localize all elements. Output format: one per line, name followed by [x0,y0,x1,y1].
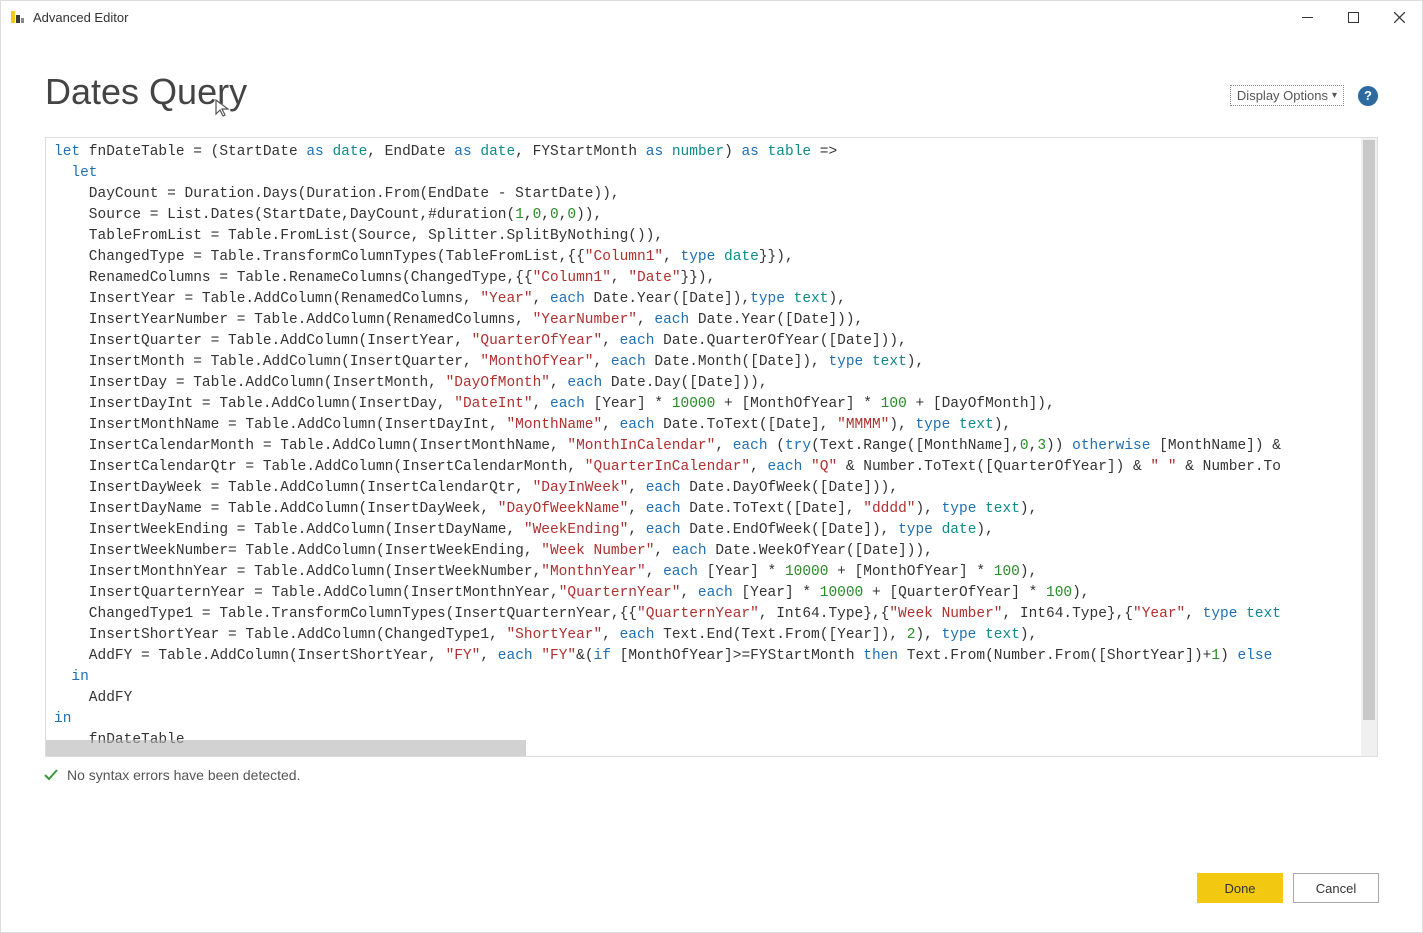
maximize-button[interactable] [1330,1,1376,33]
app-icon [9,9,25,25]
cancel-button[interactable]: Cancel [1293,873,1379,903]
help-button[interactable]: ? [1358,86,1378,106]
done-button[interactable]: Done [1197,873,1283,903]
display-options-dropdown[interactable]: Display Options ▾ [1230,85,1344,106]
checkmark-icon [43,767,59,783]
window-title: Advanced Editor [33,10,128,25]
cursor-icon [215,99,231,119]
code-editor-container: let fnDateTable = (StartDate as date, En… [45,137,1378,757]
close-button[interactable] [1376,1,1422,33]
page-title: Dates Query [45,71,1230,113]
horizontal-scroll-highlight [46,740,526,756]
vertical-scrollbar[interactable] [1361,138,1377,756]
code-editor[interactable]: let fnDateTable = (StartDate as date, En… [46,138,1377,756]
status-message: No syntax errors have been detected. [67,767,300,783]
minimize-button[interactable] [1284,1,1330,33]
titlebar: Advanced Editor [1,1,1422,33]
scroll-thumb[interactable] [1363,140,1375,720]
status-row: No syntax errors have been detected. [43,767,1378,783]
footer-buttons: Done Cancel [1197,873,1379,903]
chevron-down-icon: ▾ [1332,90,1337,101]
display-options-label: Display Options [1237,88,1328,103]
